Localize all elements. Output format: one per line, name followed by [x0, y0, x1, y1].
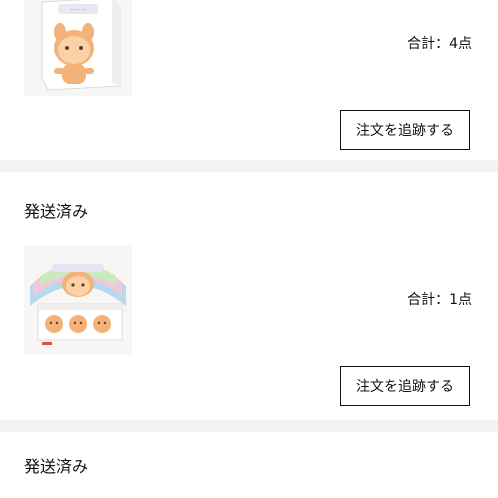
track-order-button[interactable]: 注文を追跡する [340, 110, 470, 150]
track-order-button[interactable]: 注文を追跡する [340, 366, 470, 406]
blind-box-display-set-image-icon [24, 246, 132, 354]
product-thumbnail[interactable] [24, 246, 132, 354]
order-card: ~~~ 合計：4点 注文を追跡する [0, 0, 498, 160]
blind-box-product-image-icon: ~~~ [24, 0, 132, 96]
order-status: 発送済み [24, 202, 89, 221]
order-status: 発送済み [24, 457, 89, 476]
order-total: 合計：4点 [407, 36, 472, 52]
order-total: 合計：1点 [407, 292, 472, 308]
svg-text:~~~: ~~~ [69, 6, 87, 14]
order-card: 発送済み [0, 432, 498, 498]
order-list: ~~~ 合計：4点 注文を追跡する 発送済み 合計：1点 注文を追跡する 発送済… [0, 0, 498, 498]
order-card: 発送済み [0, 172, 498, 420]
product-thumbnail[interactable]: ~~~ [24, 0, 132, 96]
